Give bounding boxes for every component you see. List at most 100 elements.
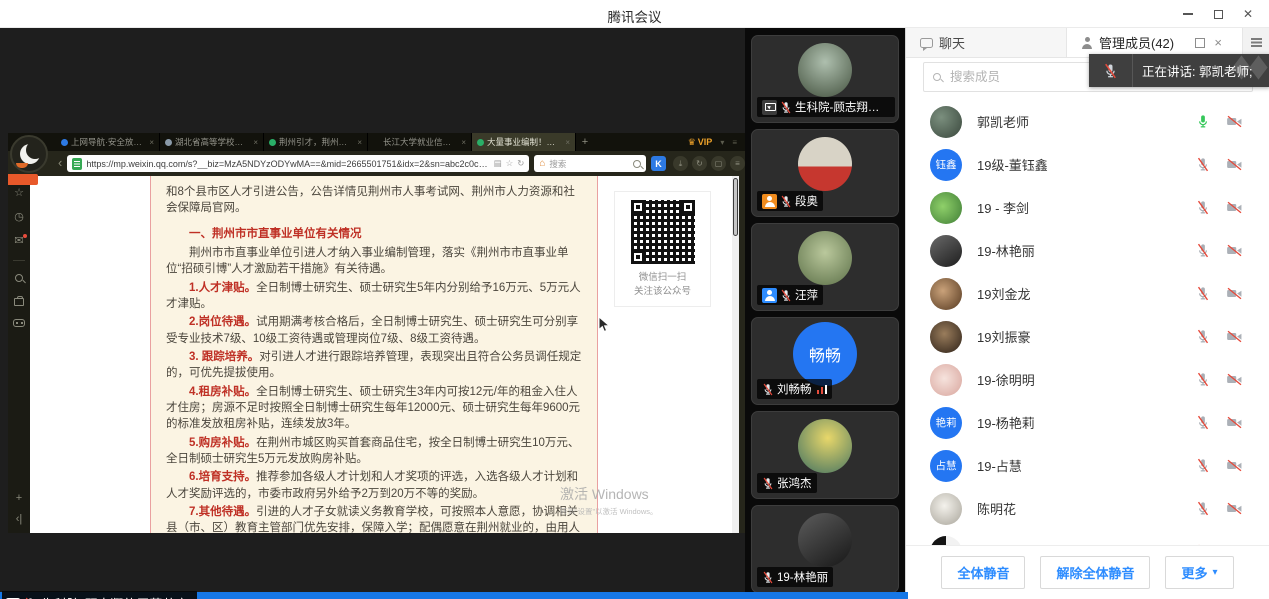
minimize-button[interactable] [1173, 0, 1203, 28]
vip-badge[interactable]: ♛VIP [688, 137, 713, 148]
avatar [930, 192, 962, 224]
tab-close-icon[interactable]: × [461, 138, 466, 147]
mic-status-icon[interactable] [1196, 501, 1210, 516]
reader-mode-icon[interactable]: ▤ [494, 158, 502, 169]
mic-status-icon[interactable] [1196, 329, 1210, 344]
mic-status-icon[interactable] [1196, 243, 1210, 258]
mic-status-icon[interactable] [1196, 372, 1210, 387]
muted-mic-icon [1103, 63, 1118, 79]
history-sync-icon[interactable]: ↻ [692, 156, 707, 171]
avatar [798, 231, 852, 285]
tab-close-icon[interactable]: × [149, 138, 154, 147]
browser-tab[interactable]: 大量事业编制！荆州市 × [472, 133, 576, 151]
member-row[interactable]: 郭凯老师 [906, 100, 1269, 143]
article-list-item: 5.购房补贴。在荆州市城区购买首套商品住宅，按全日制博士研究生10万元、全日制硕… [166, 435, 582, 468]
browser-tab[interactable]: 上网导航·安全放心的 × [56, 133, 160, 151]
popout-panel-icon[interactable] [1195, 38, 1205, 48]
tab-favicon-icon [61, 139, 68, 146]
mute-all-button[interactable]: 全体静音 [941, 556, 1025, 589]
video-thumbnail[interactable]: 畅畅 刘畅畅 [751, 317, 899, 405]
settings-menu-icon[interactable]: ≡ [730, 156, 745, 171]
member-row[interactable]: 19-林艳丽 [906, 229, 1269, 272]
mic-status-icon[interactable] [1196, 415, 1210, 430]
member-row[interactable]: 钰鑫 19级-董钰鑫 [906, 143, 1269, 186]
muted-mic-icon [780, 195, 792, 208]
browser-more-icon[interactable]: ≡ [732, 138, 737, 147]
browser-search-placeholder: 搜索 [549, 158, 629, 170]
mic-status-icon[interactable] [1196, 458, 1210, 473]
collapse-icon[interactable]: ‹| [16, 514, 23, 525]
tab-close-icon[interactable]: × [253, 138, 258, 147]
shortcut-k-button[interactable]: K [651, 156, 666, 171]
promo-ribbon[interactable] [8, 174, 38, 185]
refresh-icon[interactable]: ↻ [517, 158, 524, 169]
video-thumbnail[interactable]: 汪萍 [751, 223, 899, 311]
camera-status-icon[interactable] [1226, 287, 1243, 300]
new-tab-button[interactable]: + [576, 133, 594, 151]
member-row[interactable]: 艳莉 19-杨艳莉 [906, 401, 1269, 444]
camera-status-icon[interactable] [1226, 459, 1243, 472]
member-row[interactable]: 19刘振豪 [906, 315, 1269, 358]
camera-status-icon[interactable] [1226, 201, 1243, 214]
camera-status-icon[interactable] [1226, 158, 1243, 171]
page-scrollbar[interactable] [732, 176, 739, 533]
browser-menu-icon[interactable]: ▾ [720, 138, 724, 147]
gamepad-icon[interactable] [13, 319, 25, 327]
browser-search-box[interactable]: ⌂ 搜索 [534, 155, 646, 172]
tencent-meeting-window: 腾讯会议 ✕ 上网导航·安全放心的 × [0, 0, 1269, 599]
download-icon[interactable]: ⤓ [673, 156, 688, 171]
video-thumbnail[interactable]: 段奥 [751, 129, 899, 217]
mic-status-icon[interactable] [1196, 114, 1210, 129]
member-name: 19-杨艳莉 [977, 413, 1196, 432]
member-row[interactable]: 19 - 李剑 [906, 186, 1269, 229]
panel-menu-button[interactable] [1242, 28, 1269, 57]
bookmark-star-icon[interactable]: ☆ [506, 158, 514, 169]
video-thumbnail[interactable]: 生科院-顾志翔的屏幕... [751, 35, 899, 123]
mic-status-icon[interactable] [1196, 157, 1210, 172]
camera-status-icon[interactable] [1226, 244, 1243, 257]
more-button[interactable]: 更多▾ [1165, 556, 1233, 589]
back-button[interactable]: ‹ [58, 156, 62, 169]
bag-icon[interactable] [14, 298, 24, 306]
meeting-side-panel: 聊天 管理成员(42) × [905, 28, 1269, 599]
browser-tab[interactable]: 荆州引才，荆州等你 × [264, 133, 368, 151]
site-security-icon [72, 158, 82, 170]
member-row[interactable]: 占慧 19-占慧 [906, 444, 1269, 487]
close-button[interactable]: ✕ [1233, 0, 1263, 28]
member-row[interactable]: 19刘金龙 [906, 272, 1269, 315]
camera-status-icon[interactable] [1226, 330, 1243, 343]
maximize-button[interactable] [1203, 0, 1233, 28]
member-row[interactable]: 19-徐明明 [906, 358, 1269, 401]
mic-status-icon[interactable] [1196, 200, 1210, 215]
qr-panel: 微信扫一扫 关注该公众号 [614, 191, 711, 307]
clock-icon[interactable]: ◷ [14, 212, 24, 223]
close-panel-icon[interactable]: × [1214, 36, 1222, 49]
unmute-all-button[interactable]: 解除全体静音 [1040, 556, 1150, 589]
address-bar[interactable]: https://mp.weixin.qq.com/s?__biz=MzA5NDY… [67, 155, 529, 172]
video-thumbnail[interactable]: 张鸿杰 [751, 411, 899, 499]
tab-close-icon[interactable]: × [357, 138, 362, 147]
camera-status-icon[interactable] [1226, 373, 1243, 386]
mic-status-icon[interactable] [1196, 286, 1210, 301]
tab-close-icon[interactable]: × [565, 138, 570, 147]
participant-name: 生科院-顾志翔的屏幕... [795, 99, 890, 115]
search-icon [933, 73, 941, 81]
browser-logo-icon[interactable] [10, 135, 48, 173]
windows-icon[interactable]: ▢ [711, 156, 726, 171]
camera-status-icon[interactable] [1226, 502, 1243, 515]
video-thumbnail[interactable]: 19-林艳丽 [751, 505, 899, 593]
participant-name: 张鸿杰 [777, 475, 812, 491]
search-icon[interactable] [15, 274, 23, 282]
tab-chat[interactable]: 聊天 [906, 28, 1067, 57]
member-row[interactable]: 陈明花 [906, 487, 1269, 530]
star-icon[interactable]: ☆ [14, 188, 24, 199]
member-row[interactable]: 邓权 [906, 530, 1269, 545]
tab-manage-members[interactable]: 管理成员(42) × [1067, 28, 1242, 57]
plus-icon[interactable]: + [16, 493, 22, 504]
camera-status-icon[interactable] [1226, 416, 1243, 429]
mail-icon[interactable]: ✉ [14, 236, 23, 247]
browser-tab[interactable]: 湖北省高等学校毕业生 × [160, 133, 264, 151]
camera-status-icon[interactable] [1226, 115, 1243, 128]
browser-tab[interactable]: 长江大学就业信息网 × [368, 133, 472, 151]
webpage-content: 和8个县市区人才引进公告，公告详情见荆州市人事考试网、荆州市人力资源和社会保障局… [30, 176, 739, 533]
